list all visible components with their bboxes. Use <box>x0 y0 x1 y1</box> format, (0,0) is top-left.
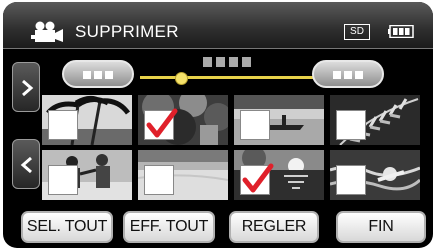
thumbnail-1[interactable] <box>42 95 132 145</box>
thumbnail-3[interactable] <box>234 95 324 145</box>
lcd-screen: SUPPRIMER SD SEL. TOUT EFF. TOUT REGLER … <box>3 2 433 248</box>
chevron-right-icon <box>22 79 34 97</box>
thumbnail-8[interactable] <box>330 150 420 200</box>
clear-all-button[interactable]: EFF. TOUT <box>123 211 215 243</box>
scroll-track[interactable] <box>140 76 315 79</box>
check-mark-icon <box>242 163 274 193</box>
select-checkbox[interactable] <box>240 163 274 195</box>
select-checkbox[interactable] <box>48 165 78 195</box>
thumbnail-5[interactable] <box>42 150 132 200</box>
previous-group-button[interactable] <box>62 60 134 88</box>
select-checkbox[interactable] <box>240 110 270 140</box>
thumbnail-7[interactable] <box>234 150 324 200</box>
next-page-button[interactable] <box>12 62 40 112</box>
select-checkbox[interactable] <box>336 165 366 195</box>
scroll-knob[interactable] <box>175 72 188 85</box>
select-checkbox[interactable] <box>144 108 178 140</box>
thumbnail-2[interactable] <box>138 95 228 145</box>
header-bar: SUPPRIMER SD <box>3 2 433 49</box>
select-checkbox[interactable] <box>144 165 174 195</box>
pill-left-dots <box>83 71 113 79</box>
set-button[interactable]: REGLER <box>229 211 319 243</box>
chevron-left-icon <box>20 156 32 174</box>
pill-right-dots <box>333 71 363 79</box>
video-camera-icon <box>31 21 63 42</box>
previous-page-button[interactable] <box>12 139 40 189</box>
select-checkbox[interactable] <box>336 110 366 140</box>
battery-icon <box>388 25 414 38</box>
thumbnail-6[interactable] <box>138 150 228 200</box>
select-all-button[interactable]: SEL. TOUT <box>21 211 113 243</box>
next-group-button[interactable] <box>312 60 384 88</box>
thumbnail-4[interactable] <box>330 95 420 145</box>
sd-card-badge: SD <box>344 24 370 40</box>
page-indicator-icon <box>203 57 251 67</box>
screen-title: SUPPRIMER <box>75 22 179 41</box>
end-button[interactable]: FIN <box>336 211 426 243</box>
select-checkbox[interactable] <box>48 110 78 140</box>
check-mark-icon <box>146 108 178 138</box>
